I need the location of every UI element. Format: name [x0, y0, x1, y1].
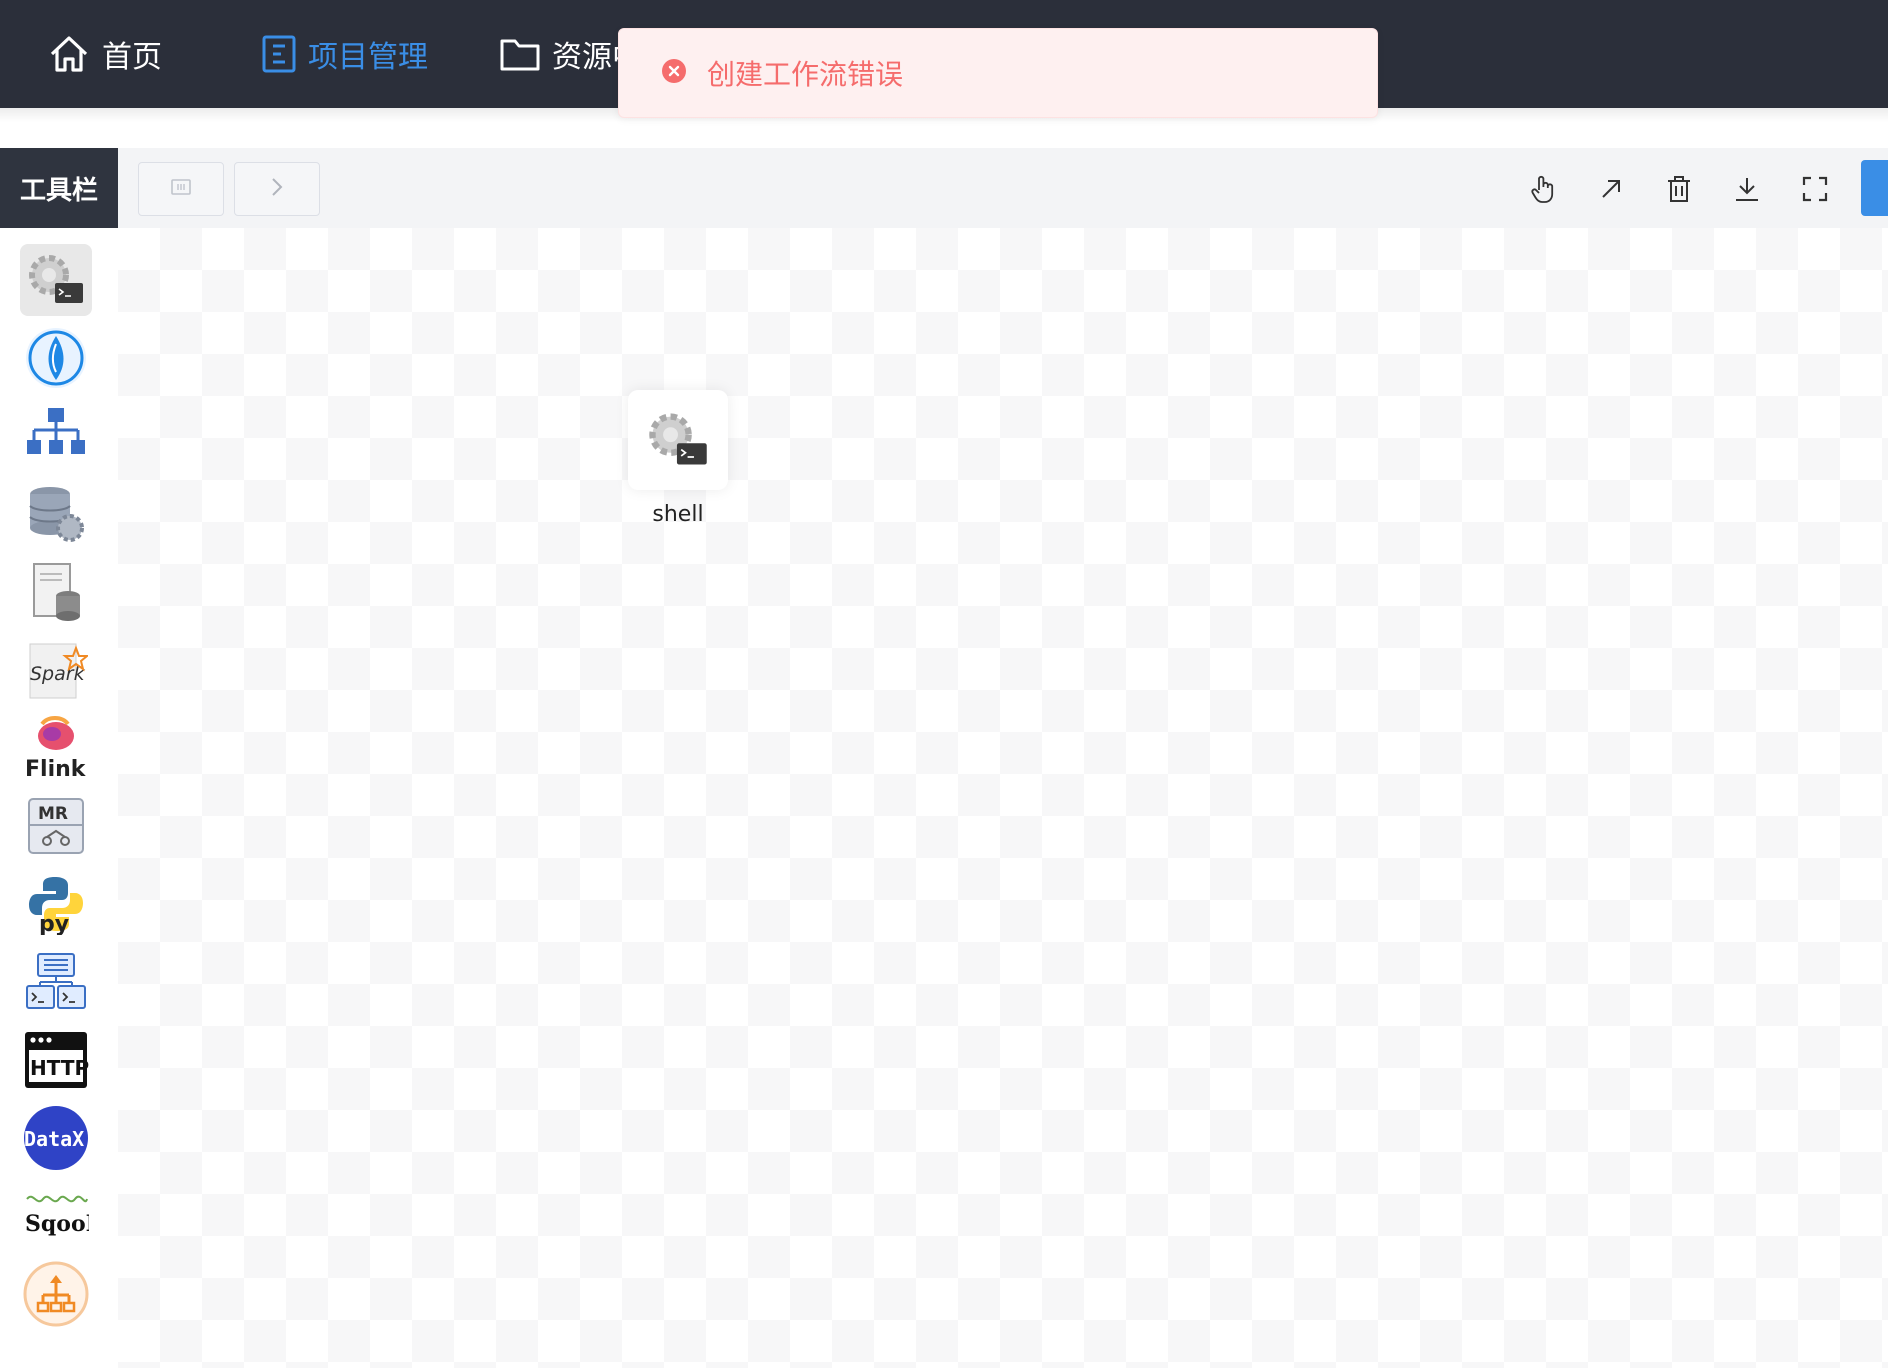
toolbar-title: 工具栏	[0, 148, 118, 228]
canvas-node-shell[interactable]	[628, 390, 728, 490]
palette-item-conditions[interactable]	[20, 1258, 92, 1330]
svg-text:Spark: Spark	[30, 663, 86, 685]
palette-item-http[interactable]: HTTP	[20, 1024, 92, 1096]
drag-icon[interactable]	[1526, 172, 1560, 206]
datax-icon: DataX	[24, 1106, 88, 1170]
shell-icon	[29, 255, 83, 303]
fullscreen-icon[interactable]	[1798, 172, 1832, 206]
dependent-icon	[26, 953, 86, 1009]
python-icon: py	[29, 877, 83, 935]
arrow-line-icon[interactable]	[1594, 172, 1628, 206]
sql-icon	[29, 487, 84, 542]
chevron-right-icon	[270, 177, 284, 201]
procedure-icon	[27, 408, 85, 454]
error-circle-icon	[661, 58, 687, 88]
svg-text:py: py	[39, 912, 69, 935]
task-palette: Spark Flink MR py HTTP DataX SqooP	[0, 228, 118, 1368]
palette-item-shell[interactable]	[20, 244, 92, 316]
format-button[interactable]	[138, 162, 224, 216]
svg-text:DataX: DataX	[24, 1127, 84, 1151]
svg-text:Flink: Flink	[25, 757, 87, 782]
palette-item-sub-process[interactable]	[20, 322, 92, 394]
nav-item-label: 项目管理	[308, 40, 428, 75]
folder-icon	[500, 37, 540, 71]
palette-item-flink[interactable]: Flink	[20, 712, 92, 784]
nav-item-label: 首页	[102, 40, 162, 75]
sub-process-icon	[26, 328, 86, 388]
conditions-icon	[23, 1261, 89, 1327]
nav-item-home[interactable]: 首页	[48, 0, 162, 108]
download-icon[interactable]	[1730, 172, 1764, 206]
next-button[interactable]	[234, 162, 320, 216]
save-button[interactable]	[1861, 160, 1888, 216]
palette-item-datax[interactable]: DataX	[20, 1102, 92, 1174]
error-toast: 创建工作流错误	[618, 28, 1378, 118]
document-icon	[262, 35, 296, 73]
format-icon	[171, 179, 191, 199]
nav-item-project-management[interactable]: 项目管理	[262, 0, 428, 108]
palette-item-spark[interactable]: Spark	[20, 634, 92, 706]
palette-item-sqoop[interactable]: SqooP	[20, 1180, 92, 1252]
svg-text:MR: MR	[38, 804, 68, 824]
delete-icon[interactable]	[1662, 172, 1696, 206]
svg-text:HTTP: HTTP	[30, 1056, 89, 1080]
svg-text:SqooP: SqooP	[25, 1211, 89, 1237]
toolbar: 工具栏	[0, 148, 1888, 228]
flink-icon: Flink	[25, 716, 87, 782]
palette-item-mr[interactable]: MR	[20, 790, 92, 862]
palette-item-dependent[interactable]	[20, 946, 92, 1018]
palette-item-database[interactable]	[20, 556, 92, 628]
canvas-node-label: shell	[652, 502, 704, 527]
http-icon: HTTP	[25, 1032, 89, 1088]
palette-item-python[interactable]: py	[20, 868, 92, 940]
sqoop-icon: SqooP	[25, 1195, 89, 1237]
toast-message: 创建工作流错误	[707, 58, 904, 91]
home-icon	[48, 33, 90, 75]
database-icon	[33, 563, 80, 621]
workflow-canvas[interactable]: shell	[118, 228, 1888, 1368]
mr-icon: MR	[28, 798, 84, 854]
spark-icon: Spark	[29, 643, 88, 699]
palette-item-procedure[interactable]	[20, 400, 92, 472]
shell-icon	[649, 413, 707, 465]
palette-item-sql[interactable]	[20, 478, 92, 550]
